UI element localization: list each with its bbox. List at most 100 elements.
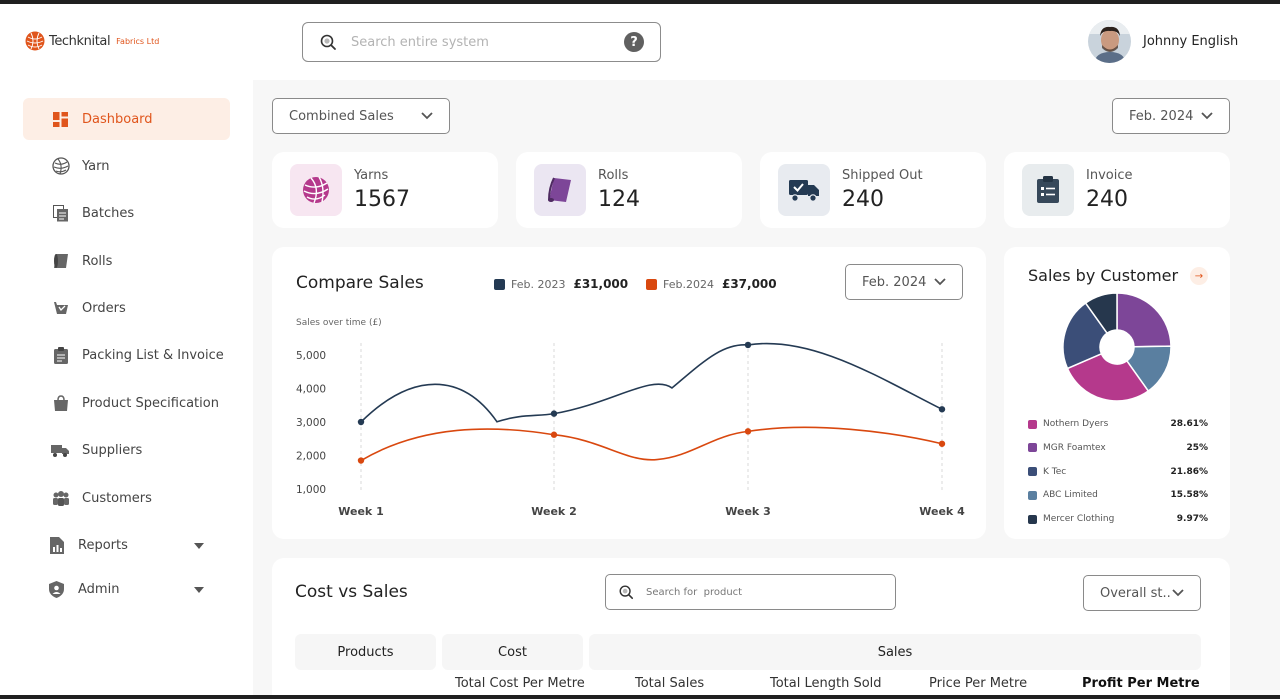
customer-pie-chart: [1062, 292, 1172, 402]
stat-label: Invoice: [1086, 168, 1133, 183]
brand-suffix: Fabrics Ltd: [116, 36, 160, 46]
compare-period-select[interactable]: Feb. 2024: [845, 264, 963, 300]
customer-legend-row[interactable]: ABC Limited 15.58%: [1028, 490, 1208, 500]
column-header-sales[interactable]: Sales: [589, 634, 1201, 670]
stat-card-shipped-out[interactable]: Shipped Out 240: [760, 152, 986, 228]
customer-percent: 21.86%: [1170, 466, 1209, 477]
global-search[interactable]: ?: [302, 22, 661, 62]
sidebar: Dashboard Yarn Batches Rolls Orders Pack…: [23, 98, 230, 616]
sidebar-item-label: Orders: [82, 301, 126, 317]
column-header-cost[interactable]: Cost: [442, 634, 583, 670]
product-search[interactable]: [605, 574, 896, 610]
sidebar-item-label: Batches: [82, 206, 135, 222]
pie-slice: [1116, 292, 1172, 348]
user-profile[interactable]: Johnny English: [1088, 20, 1238, 63]
y-tick-label: 2,000: [296, 451, 326, 463]
legend-swatch: [1028, 490, 1037, 500]
legend-value: £37,000: [721, 277, 777, 291]
period-value: Feb. 2024: [1129, 108, 1194, 124]
sales-by-customer-card: Sales by Customer → Nothern Dyers 28.61% M…: [1004, 247, 1230, 539]
legend-swatch: [1028, 419, 1037, 429]
customer-legend-row[interactable]: MGR Foamtex 25%: [1028, 443, 1208, 453]
customer-legend-row[interactable]: Nothern Dyers 28.61%: [1028, 419, 1208, 429]
sidebar-item-label: Packing List & Invoice: [82, 348, 224, 364]
customer-legend-row[interactable]: K Tec 21.86%: [1028, 467, 1208, 477]
compare-sales-card: 5,000 4,000 3,000 2,000 1,000 Week 1 Week 2 Wee…: [272, 247, 986, 539]
sidebar-item-label: Suppliers: [82, 443, 143, 459]
subheader-price-per-metre[interactable]: Price Per Metre: [929, 676, 1027, 691]
bottom-edge: [0, 695, 1280, 699]
data-point-feb-2024: [357, 457, 365, 464]
column-header-products[interactable]: Products: [295, 634, 436, 670]
help-icon[interactable]: ?: [624, 32, 644, 52]
customer-percent: 9.97%: [1176, 514, 1208, 525]
dashboard-icon: [51, 110, 70, 129]
customer-name: K Tec: [1043, 466, 1067, 477]
stat-value: 1567: [354, 187, 410, 212]
sidebar-item-yarn[interactable]: Yarn: [23, 145, 230, 187]
legend-value: £31,000: [573, 277, 629, 291]
arrow-right-icon[interactable]: →: [1190, 267, 1208, 285]
chevron-down-icon: [421, 112, 433, 120]
sidebar-item-suppliers[interactable]: Suppliers: [23, 430, 230, 472]
delivery-truck-icon: [778, 164, 830, 216]
data-point-feb-2024: [744, 428, 752, 435]
compare-period-value: Feb. 2024: [862, 274, 927, 290]
sidebar-item-dashboard[interactable]: Dashboard: [23, 98, 230, 140]
customer-percent: 15.58%: [1170, 490, 1209, 501]
overall-status-select[interactable]: Overall st..: [1083, 575, 1201, 611]
batches-icon: [51, 204, 70, 223]
x-tick-label: Week 2: [531, 505, 576, 518]
legend-label: Feb. 2023: [511, 277, 566, 291]
data-point-feb-2023: [357, 418, 365, 426]
avatar-image: [1088, 20, 1131, 63]
subheader-profit-per-metre[interactable]: Profit Per Metre: [1082, 676, 1200, 691]
series-line-feb-2023: [360, 342, 943, 423]
chevron-down-icon: [934, 278, 946, 286]
legend-swatch: [1028, 443, 1037, 453]
stat-card-invoice[interactable]: Invoice 240: [1004, 152, 1230, 228]
sidebar-item-product-specification[interactable]: Product Specification: [23, 382, 230, 424]
y-tick-label: 1,000: [296, 484, 326, 496]
rolls-icon: [51, 252, 70, 271]
chevron-down-icon[interactable]: [194, 542, 204, 549]
sidebar-item-admin[interactable]: Admin: [23, 569, 230, 611]
sidebar-item-rolls[interactable]: Rolls: [23, 240, 230, 282]
invoice-clipboard-icon: [1022, 164, 1074, 216]
stat-value: 240: [1086, 187, 1128, 212]
sales-type-value: Combined Sales: [289, 108, 394, 124]
sidebar-item-label: Rolls: [82, 253, 113, 269]
yarn-ball-icon: [290, 164, 342, 216]
subheader-total-sales[interactable]: Total Sales: [635, 676, 704, 691]
sidebar-item-batches[interactable]: Batches: [23, 193, 230, 235]
chevron-down-icon[interactable]: [194, 586, 204, 593]
stat-card-yarns[interactable]: Yarns 1567: [272, 152, 498, 228]
compare-sales-title: Compare Sales: [296, 273, 424, 293]
sales-type-select[interactable]: Combined Sales: [272, 98, 450, 134]
chart-y-label: Sales over time (£): [296, 318, 382, 328]
search-icon: [619, 585, 634, 600]
data-point-feb-2024: [550, 431, 558, 438]
stat-label: Shipped Out: [842, 168, 923, 183]
customer-legend-row[interactable]: Mercer Clothing 9.97%: [1028, 514, 1208, 524]
period-select[interactable]: Feb. 2024: [1112, 98, 1230, 134]
brand-logo[interactable]: Techknital Fabrics Ltd: [25, 31, 159, 51]
sidebar-item-orders[interactable]: Orders: [23, 288, 230, 330]
y-tick-label: 4,000: [296, 384, 326, 396]
avatar[interactable]: [1088, 20, 1131, 63]
product-search-input[interactable]: [646, 586, 883, 598]
subheader-total-cost-per-metre[interactable]: Total Cost Per Metre: [455, 676, 585, 691]
x-tick-label: Week 3: [725, 505, 770, 518]
customer-name: Mercer Clothing: [1043, 514, 1115, 525]
sidebar-item-label: Yarn: [82, 158, 110, 174]
sidebar-item-reports[interactable]: Reports: [23, 525, 230, 567]
sidebar-item-customers[interactable]: Customers: [23, 477, 230, 519]
y-tick-label: 5,000: [296, 350, 326, 362]
global-search-input[interactable]: [351, 34, 624, 50]
stat-card-rolls[interactable]: Rolls 124: [516, 152, 742, 228]
sidebar-item-packing-list[interactable]: Packing List & Invoice: [23, 335, 230, 377]
brand-name: Techknital: [49, 33, 111, 49]
top-edge: [0, 0, 1280, 4]
customer-name: ABC Limited: [1043, 490, 1098, 501]
subheader-total-length-sold[interactable]: Total Length Sold: [770, 676, 882, 691]
